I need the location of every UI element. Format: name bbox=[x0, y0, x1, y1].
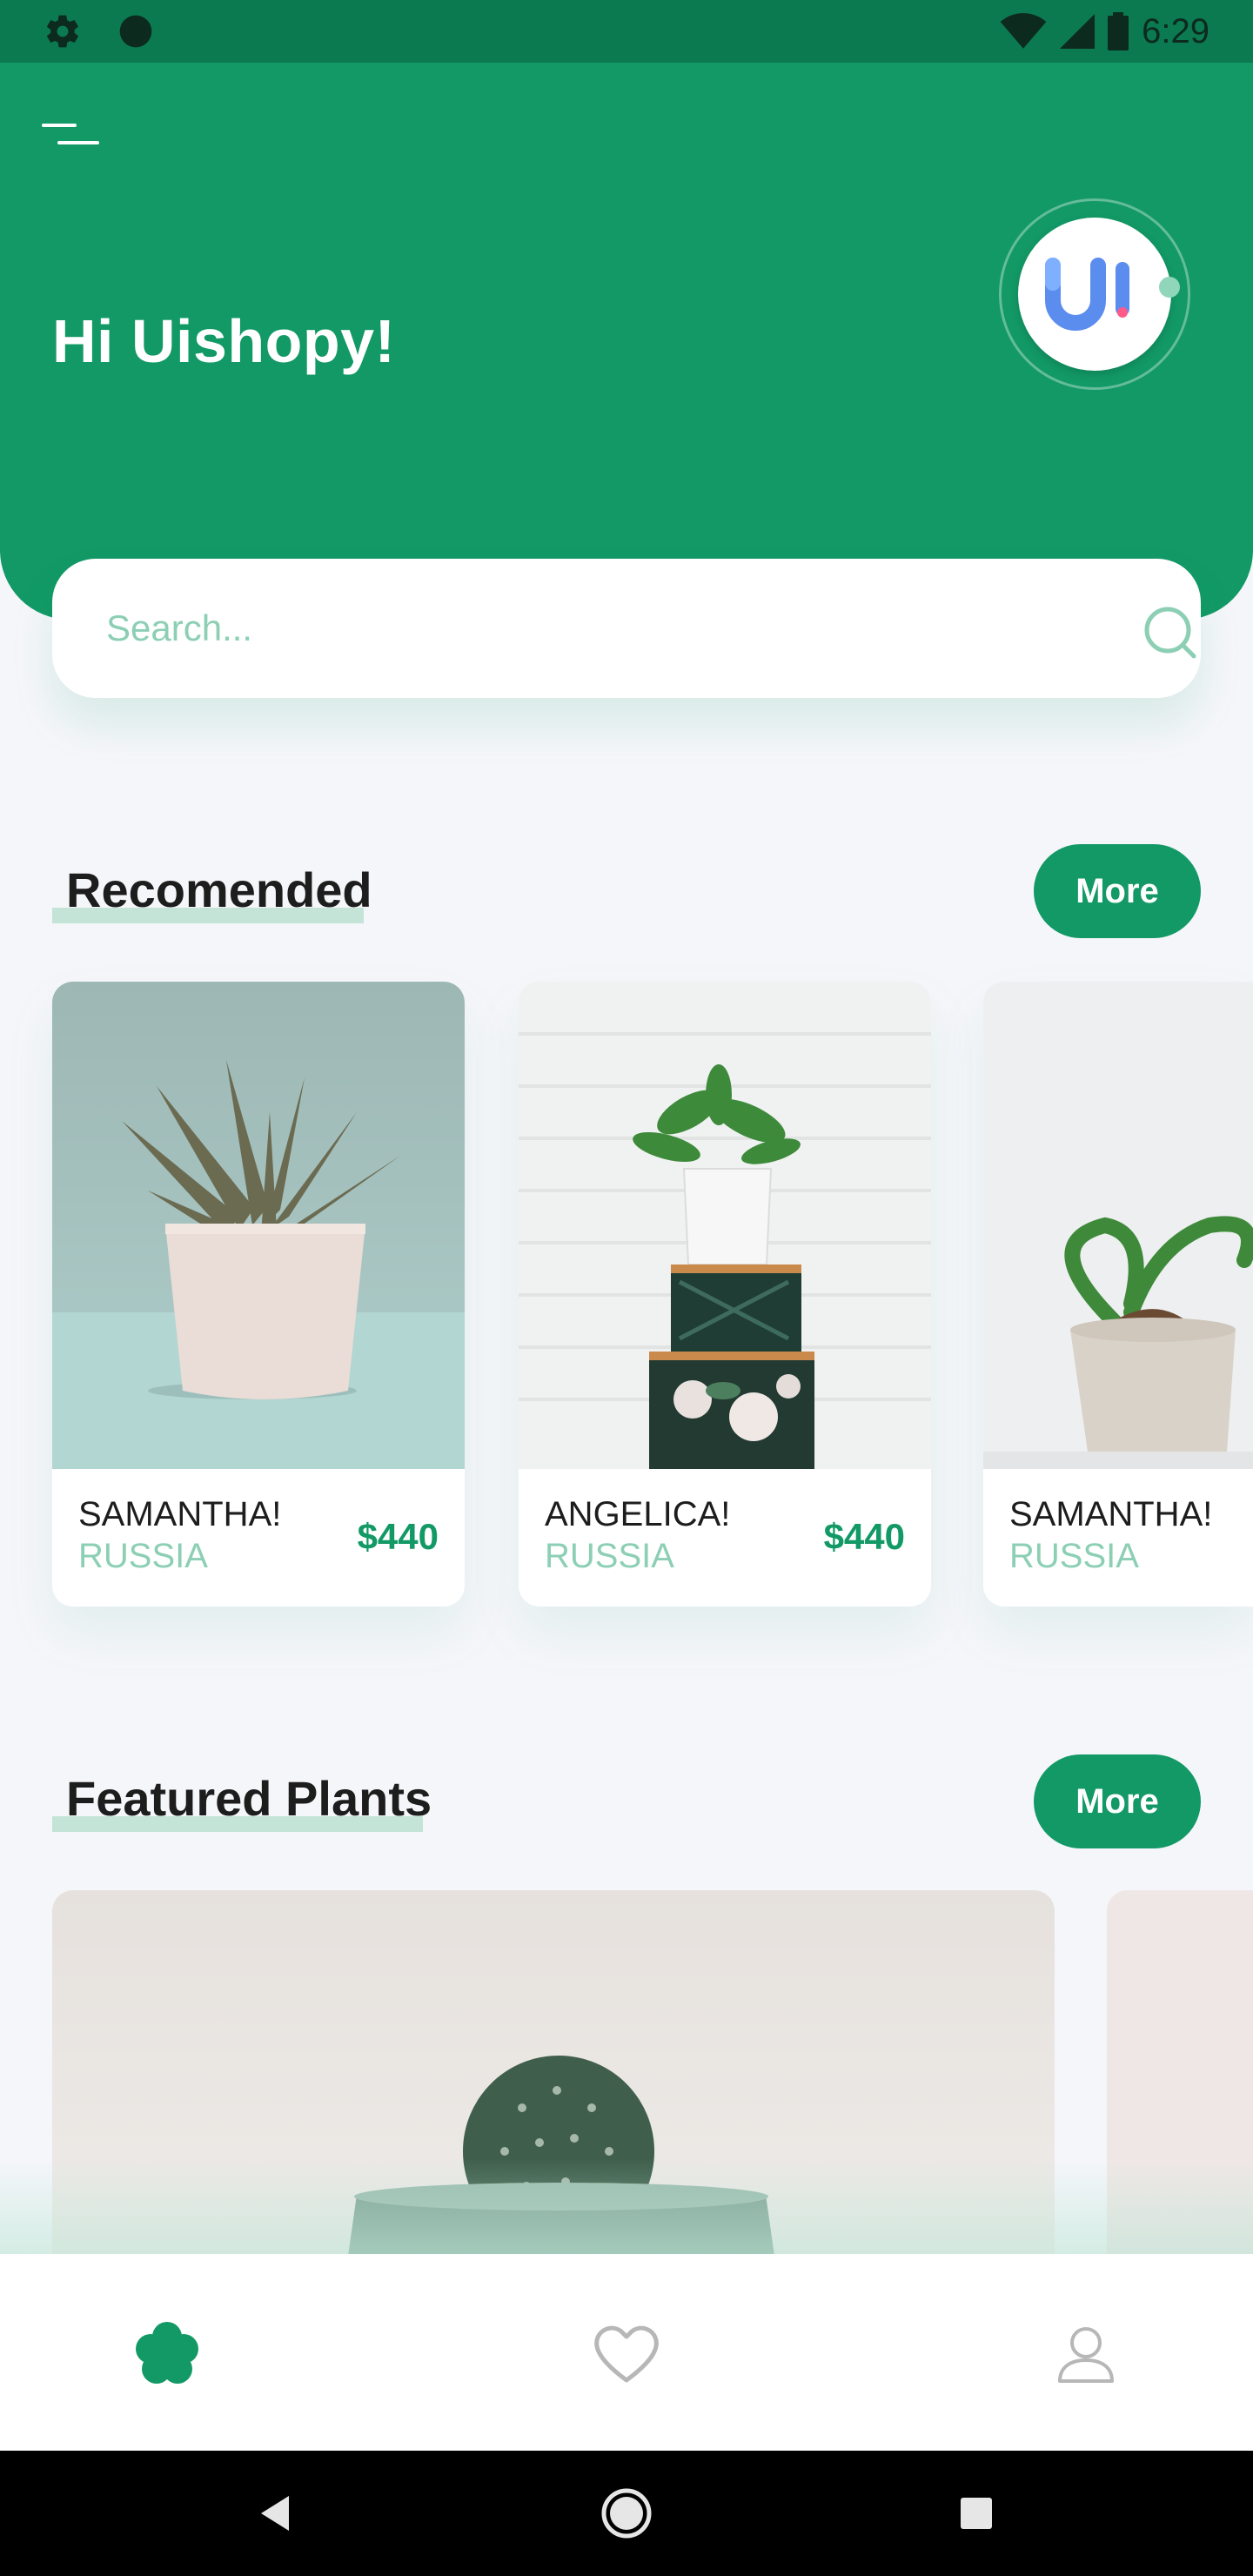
nav-favorites[interactable] bbox=[574, 2306, 679, 2402]
nav-home[interactable] bbox=[115, 2306, 219, 2402]
flower-icon bbox=[136, 2322, 198, 2384]
avatar[interactable] bbox=[1018, 218, 1171, 371]
status-time: 6:29 bbox=[1142, 11, 1209, 50]
home-icon[interactable] bbox=[599, 2485, 654, 2541]
featured-title: Featured Plants bbox=[66, 1771, 432, 1826]
bottom-navigation bbox=[0, 2254, 1253, 2451]
featured-more-button[interactable]: More bbox=[1034, 1754, 1201, 1848]
greeting-title: Hi Uishopy! bbox=[52, 307, 396, 375]
ui-logo-icon bbox=[1045, 258, 1129, 331]
plant-photo-haworthia bbox=[52, 982, 465, 1469]
featured-section-title: Featured Plants bbox=[52, 1770, 432, 1832]
user-icon bbox=[1058, 2327, 1114, 2383]
product-name: SAMANTHA! bbox=[78, 1495, 282, 1533]
signal-icon bbox=[1060, 14, 1096, 49]
product-price: $440 bbox=[823, 1516, 905, 1557]
product-card[interactable]: ANGELICA! RUSSIA $440 bbox=[519, 982, 931, 1607]
product-country: RUSSIA bbox=[78, 1537, 208, 1575]
product-card[interactable]: SAMANTHA! RUSSIA $440 bbox=[52, 982, 465, 1607]
circle-icon bbox=[119, 15, 152, 48]
recommended-title: Recomended bbox=[66, 862, 372, 917]
heart-icon bbox=[594, 2325, 659, 2383]
search-icon[interactable] bbox=[1140, 602, 1201, 663]
scroll-fade bbox=[0, 2158, 1253, 2254]
search-bar[interactable] bbox=[52, 559, 1201, 698]
recommended-more-button[interactable]: More bbox=[1034, 844, 1201, 938]
search-input[interactable] bbox=[104, 559, 1062, 698]
product-card[interactable]: SAMANTHA! RUSSIA bbox=[983, 982, 1253, 1607]
product-name: SAMANTHA! bbox=[1009, 1495, 1213, 1533]
system-navigation-bar bbox=[0, 2451, 1253, 2576]
battery-icon bbox=[1108, 12, 1129, 50]
settings-icon bbox=[47, 15, 78, 48]
back-icon[interactable] bbox=[249, 2485, 305, 2541]
nav-profile[interactable] bbox=[1034, 2306, 1138, 2402]
product-price: $440 bbox=[357, 1516, 439, 1557]
status-bar: 6:29 bbox=[0, 0, 1253, 63]
online-status-dot bbox=[1159, 277, 1180, 298]
product-country: RUSSIA bbox=[1009, 1537, 1139, 1575]
plant-photo-orchid bbox=[983, 982, 1253, 1469]
recents-icon[interactable] bbox=[948, 2485, 1004, 2541]
menu-icon[interactable] bbox=[38, 115, 108, 167]
plant-photo-boxes bbox=[519, 982, 931, 1469]
wifi-icon bbox=[1000, 13, 1047, 49]
app-screen: 6:29 Hi Uishopy! Recomended More bbox=[0, 0, 1253, 2576]
recommended-section-title: Recomended bbox=[52, 862, 372, 923]
product-country: RUSSIA bbox=[545, 1537, 674, 1575]
product-name: ANGELICA! bbox=[545, 1495, 731, 1533]
